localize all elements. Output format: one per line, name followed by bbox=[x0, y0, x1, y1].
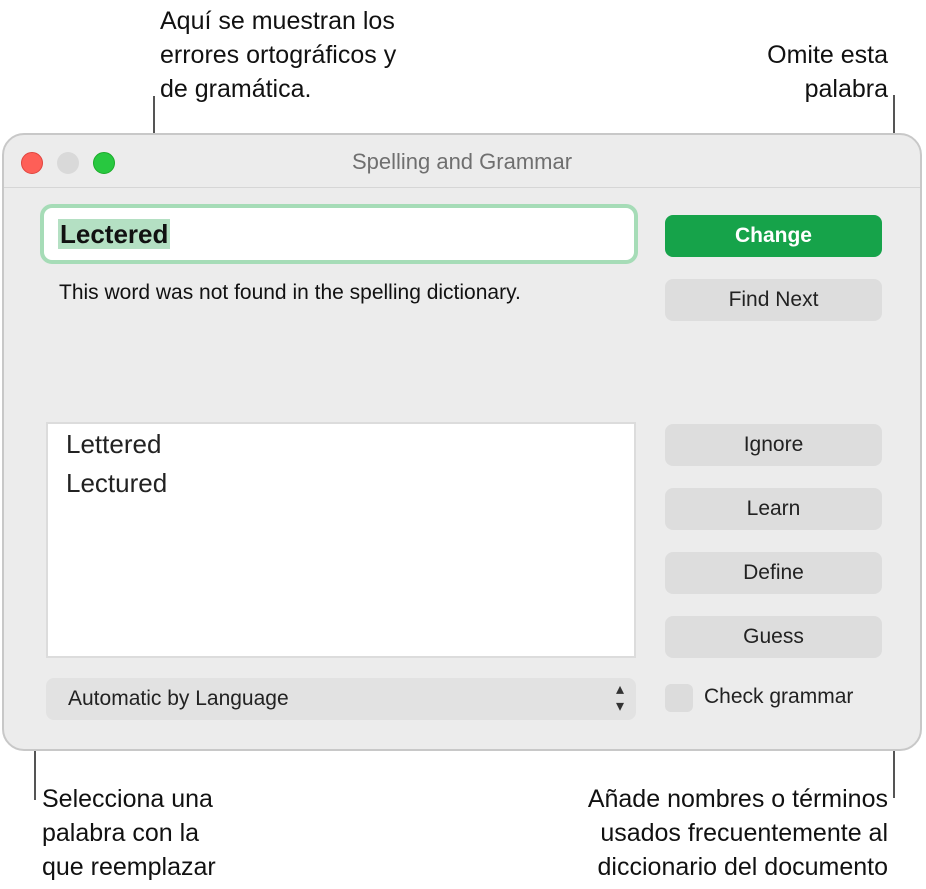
chevron-up-down-icon: ▴ ▾ bbox=[615, 681, 624, 715]
callout-select-replacement: Selecciona una palabra con la que reempl… bbox=[42, 785, 216, 881]
guess-button[interactable]: Guess bbox=[665, 616, 882, 658]
suggestions-list[interactable]: Lettered Lectured bbox=[46, 422, 636, 658]
suggestion-item[interactable]: Lettered bbox=[66, 429, 161, 460]
check-grammar-label: Check grammar bbox=[704, 685, 854, 708]
change-button[interactable]: Change bbox=[665, 215, 882, 257]
find-next-button[interactable]: Find Next bbox=[665, 279, 882, 321]
language-popup[interactable]: Automatic by Language ▴ ▾ bbox=[46, 678, 636, 720]
check-grammar-checkbox[interactable] bbox=[665, 684, 693, 712]
window-title: Spelling and Grammar bbox=[351, 149, 573, 174]
callout-errors-shown: Aquí se muestran los errores ortográfico… bbox=[160, 7, 397, 103]
language-popup-label: Automatic by Language bbox=[68, 687, 289, 710]
status-message: This word was not found in the spelling … bbox=[59, 281, 521, 304]
learn-button[interactable]: Learn bbox=[665, 488, 882, 530]
callout-ignore-word: Omite esta palabra bbox=[767, 41, 888, 103]
misspelled-word-field[interactable]: Lectered bbox=[40, 204, 638, 264]
spelling-grammar-window: Spelling and Grammar Lectered This word … bbox=[2, 133, 922, 751]
callout-learn-word: Añade nombres o términos usados frecuent… bbox=[587, 785, 888, 881]
title-bar: Spelling and Grammar bbox=[4, 135, 920, 188]
ignore-button[interactable]: Ignore bbox=[665, 424, 882, 466]
define-button[interactable]: Define bbox=[665, 552, 882, 594]
misspelled-word: Lectered bbox=[58, 219, 171, 249]
suggestion-item[interactable]: Lectured bbox=[66, 468, 167, 499]
